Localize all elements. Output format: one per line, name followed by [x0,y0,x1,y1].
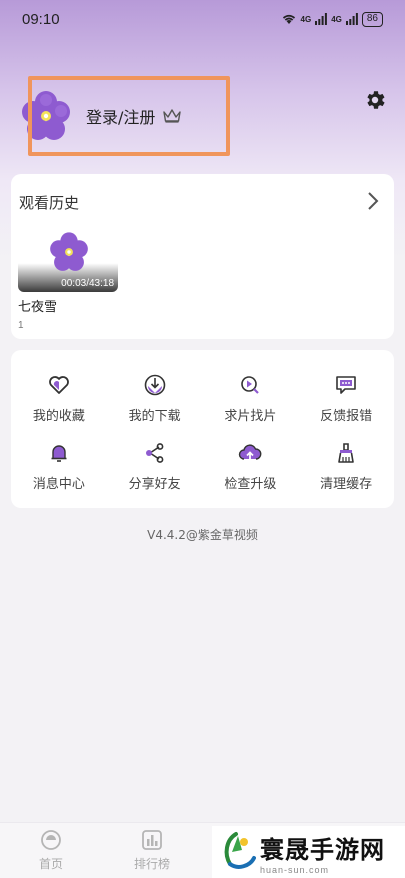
signal-icon [345,13,358,25]
bell-icon [51,444,67,462]
feedback-label: 反馈报错 [320,408,373,424]
feedback-button[interactable]: 反馈报错 [298,364,394,432]
history-video-thumbnail[interactable]: 00:03/43:18 [18,228,118,292]
search-film-icon [241,375,260,394]
watermark-logo-icon [224,832,256,869]
share-icon [145,442,164,463]
status-bar: 09:10 4G 4G 86 [0,0,405,38]
downloads-label: 我的下载 [128,408,181,424]
settings-gear-icon[interactable] [363,88,387,112]
watch-history-card: 观看历史 00:03/43:18 七夜雪 1 [11,174,394,339]
check-update-button[interactable]: 检查升级 [203,432,299,500]
signal-icon [315,13,328,25]
messages-button[interactable]: 消息中心 [11,432,107,500]
downloads-button[interactable]: 我的下载 [107,364,203,432]
version-text: V4.4.2@紫金草视频 [147,528,258,542]
tab-home-label: 首页 [38,857,63,871]
cloud-upload-icon [239,443,262,461]
network-type-1: 4G [300,14,312,24]
wifi-icon [282,14,295,24]
clean-icon [338,442,354,463]
messages-label: 消息中心 [32,476,85,492]
heart-icon [48,375,69,394]
request-film-button[interactable]: 求片找片 [203,364,299,432]
highlight-box [28,76,230,156]
video-progress-time: 00:03/43:18 [61,278,114,289]
tab-home[interactable]: 首页 [21,829,81,872]
feedback-icon [336,375,356,394]
tab-ranking[interactable]: 排行榜 [122,829,182,872]
chevron-right-icon[interactable] [366,190,380,212]
history-video-episode: 1 [18,320,24,331]
share-label: 分享好友 [128,476,181,492]
history-title: 观看历史 [19,194,80,212]
status-indicators: 4G 4G 86 [281,11,383,27]
ranking-icon [142,830,162,850]
favorites-button[interactable]: 我的收藏 [11,364,107,432]
network-type-2: 4G [331,14,342,24]
clear-cache-label: 清理缓存 [320,476,373,492]
features-card: 我的收藏 我的下载 求片找片 反馈报错 消息中心 分享好友 检查升级 清理缓存 [11,350,394,508]
history-video-title[interactable]: 七夜雪 [18,296,57,315]
request-film-label: 求片找片 [224,408,277,424]
tab-ranking-label: 排行榜 [133,857,170,871]
flower-logo-icon [50,232,88,271]
home-icon [41,830,61,850]
share-button[interactable]: 分享好友 [107,432,203,500]
clear-cache-button[interactable]: 清理缓存 [298,432,394,500]
status-time: 09:10 [22,10,60,28]
check-update-label: 检查升级 [224,476,277,492]
watermark: 寰晟手游网 huan-sun.com [212,826,405,878]
favorites-label: 我的收藏 [32,408,85,424]
watermark-title: 寰晟手游网 [260,834,385,864]
watermark-url: huan-sun.com [260,864,330,875]
battery-indicator: 86 [361,11,383,27]
download-icon [144,374,165,395]
